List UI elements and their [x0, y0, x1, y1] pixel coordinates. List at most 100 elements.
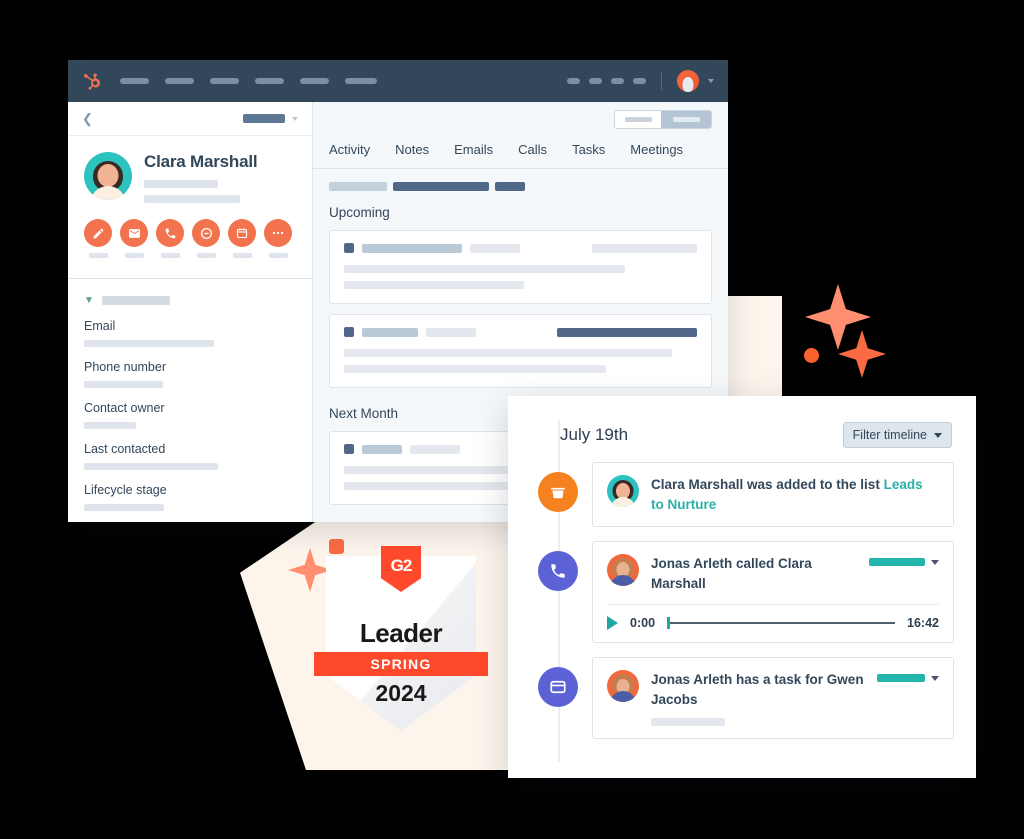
timeline-card[interactable]: Jonas Arleth has a task for Gwen Jacobs: [592, 657, 954, 740]
view-toggle-segmented-control[interactable]: [614, 109, 712, 129]
tab-meetings[interactable]: Meetings: [630, 142, 683, 168]
card-body-line: [344, 349, 672, 357]
view-toggle-option-left[interactable]: [615, 110, 661, 128]
timeline-header: July 19th Filter timeline: [508, 396, 976, 448]
contact-profile: Clara Marshall: [68, 136, 312, 209]
property-label: Last contacted: [84, 442, 166, 456]
contact-subtitle-placeholder: [144, 180, 218, 188]
contact-action-email[interactable]: [120, 219, 148, 258]
note-pencil-icon: [84, 219, 112, 247]
sidebar-toolbar: ❮: [68, 102, 312, 136]
property-value-placeholder[interactable]: [84, 340, 214, 347]
nav-item[interactable]: [120, 78, 149, 84]
chevron-down-icon[interactable]: [292, 116, 298, 121]
property-value-placeholder[interactable]: [84, 504, 164, 511]
property-row: Lifecycle stage: [84, 483, 296, 511]
timeline-entry-text: Jonas Arleth called Clara Marshall: [651, 556, 812, 591]
dot-decoration: [329, 539, 344, 554]
contact-properties: ▼ Email Phone number Contact owner Last …: [68, 279, 312, 511]
action-label-placeholder: [124, 253, 144, 258]
contact-action-more[interactable]: [264, 219, 292, 258]
card-right-placeholder: [592, 243, 697, 253]
hubspot-sprocket-logo[interactable]: [82, 71, 102, 91]
contact-avatar: [84, 152, 132, 200]
nav-divider: [661, 72, 662, 90]
timeline-card[interactable]: Jonas Arleth called Clara Marshall 0:00 …: [592, 541, 954, 644]
nav-item[interactable]: [345, 78, 377, 84]
section-title-placeholder: [101, 296, 170, 305]
badge-year-label: 2024: [375, 680, 427, 706]
chevron-down-icon[interactable]: [931, 675, 939, 681]
timeline-card[interactable]: Clara Marshall was added to the list Lea…: [592, 462, 954, 528]
timeline-panel: July 19th Filter timeline Clara Marshall: [508, 396, 976, 778]
card-title-placeholder: [362, 444, 402, 454]
filter-row: [313, 169, 728, 191]
filter-chip[interactable]: [329, 182, 387, 191]
filter-chip-active[interactable]: [393, 182, 489, 191]
tab-calls[interactable]: Calls: [518, 142, 547, 168]
badge-ribbon: SPRING: [314, 652, 488, 676]
chevron-down-icon: [934, 432, 942, 438]
view-toggle-option-right[interactable]: [661, 110, 711, 128]
timeline-entry-text: Clara Marshall was added to the list Lea…: [651, 475, 939, 514]
section-title-upcoming: Upcoming: [329, 205, 390, 220]
properties-section-header[interactable]: ▼: [84, 295, 296, 306]
contact-action-log[interactable]: [192, 219, 220, 258]
activity-card[interactable]: [329, 314, 712, 388]
tab-activity[interactable]: Activity: [329, 142, 370, 168]
contact-sidebar: ❮ Clara Marshall ▼ Email Phone number Co…: [68, 102, 313, 522]
nav-action-icon[interactable]: [589, 78, 602, 84]
card-body-line: [344, 365, 606, 373]
nav-action-icon[interactable]: [567, 78, 580, 84]
chevron-down-icon[interactable]: [931, 559, 939, 565]
user-avatar[interactable]: [677, 70, 699, 92]
timeline-entry-actions[interactable]: [877, 670, 939, 683]
contact-name: Clara Marshall: [144, 152, 258, 171]
nav-action-icon[interactable]: [611, 78, 624, 84]
tab-notes[interactable]: Notes: [395, 142, 429, 168]
badge-season-label: SPRING: [370, 656, 432, 672]
property-value-placeholder[interactable]: [84, 463, 218, 470]
property-value-placeholder[interactable]: [84, 422, 136, 429]
status-square: [344, 444, 354, 454]
contact-action-row: [68, 209, 312, 258]
nav-action-icon[interactable]: [633, 78, 646, 84]
nav-item[interactable]: [300, 78, 329, 84]
card-meta-placeholder: [426, 327, 476, 337]
nav-item[interactable]: [165, 78, 194, 84]
property-row: Contact owner: [84, 401, 296, 429]
nav-item[interactable]: [255, 78, 284, 84]
property-label: Email: [84, 319, 116, 333]
badge-award-label: Leader: [359, 618, 443, 648]
chevron-down-icon: ▼: [84, 295, 94, 306]
contact-action-note[interactable]: [84, 219, 112, 258]
activity-tabs: Activity Notes Emails Calls Tasks Meetin…: [313, 136, 728, 169]
filter-chip[interactable]: [495, 182, 525, 191]
chevron-down-icon[interactable]: [708, 79, 714, 83]
contact-action-call[interactable]: [156, 219, 184, 258]
player-progress-track[interactable]: [667, 617, 896, 630]
contact-action-meeting[interactable]: [228, 219, 256, 258]
card-right-placeholder: [557, 327, 697, 337]
activity-card[interactable]: [329, 230, 712, 304]
tab-emails[interactable]: Emails: [454, 142, 493, 168]
list-folder-icon: [538, 472, 578, 512]
call-recording-player[interactable]: 0:00 16:42: [607, 604, 939, 631]
card-title-placeholder: [362, 327, 418, 337]
timeline-entry: Jonas Arleth has a task for Gwen Jacobs: [538, 657, 954, 740]
status-square: [344, 243, 354, 253]
sidebar-action-button[interactable]: [243, 114, 285, 123]
filter-timeline-button[interactable]: Filter timeline: [842, 422, 952, 448]
card-meta-placeholder: [470, 243, 520, 253]
timeline-entry: Clara Marshall was added to the list Lea…: [538, 462, 954, 528]
action-label-placeholder: [268, 253, 288, 258]
screenshot-stage: ❮ Clara Marshall ▼ Email Phone number Co…: [0, 0, 1024, 839]
property-value-placeholder[interactable]: [84, 381, 163, 388]
tab-tasks[interactable]: Tasks: [572, 142, 605, 168]
timeline-entry-actions[interactable]: [869, 554, 939, 567]
status-badge: [877, 674, 925, 683]
nav-item[interactable]: [210, 78, 239, 84]
player-total-time: 16:42: [907, 616, 939, 631]
chevron-left-icon[interactable]: ❮: [82, 112, 93, 125]
play-triangle-icon[interactable]: [607, 616, 618, 631]
